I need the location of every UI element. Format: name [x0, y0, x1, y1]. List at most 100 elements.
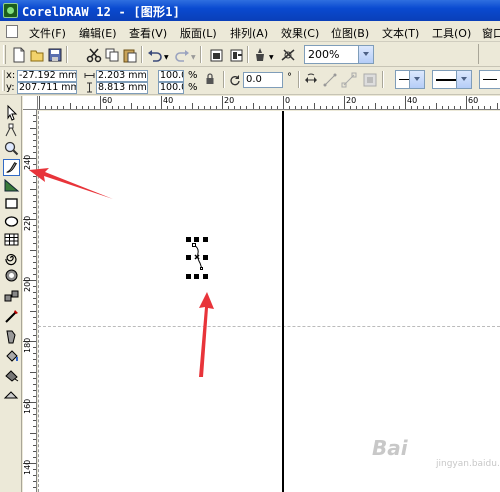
ruler-tick — [179, 106, 181, 109]
menu-edit[interactable]: 编辑(E) — [79, 25, 117, 41]
toolbar-overflow[interactable] — [478, 44, 500, 64]
chevron-down-icon[interactable] — [456, 71, 471, 88]
convert-icon[interactable] — [362, 72, 378, 88]
end-node[interactable] — [200, 267, 203, 270]
scale-y-unit: % — [188, 82, 198, 93]
redo-icon[interactable] — [174, 47, 190, 63]
zoom-tool-icon[interactable] — [3, 140, 20, 157]
selection-handle-bottom-left[interactable] — [186, 274, 191, 279]
welcome-screen-icon[interactable] — [280, 47, 296, 63]
undo-dropdown-icon[interactable]: ▼ — [164, 54, 169, 61]
chevron-down-icon[interactable] — [409, 71, 424, 88]
ruler-tick — [222, 96, 223, 109]
basic-shapes-tool-icon[interactable] — [3, 267, 20, 284]
launcher-dropdown-icon[interactable]: ▼ — [269, 54, 274, 61]
open-icon[interactable] — [29, 47, 45, 63]
menu-text[interactable]: 文本(T) — [382, 25, 419, 41]
chevron-down-icon[interactable] — [358, 46, 373, 63]
mirror-vertical-icon[interactable] — [322, 72, 338, 88]
pick-tool-icon[interactable] — [3, 104, 20, 121]
undo-icon[interactable] — [147, 47, 163, 63]
eyedropper-tool-icon[interactable] — [3, 328, 20, 345]
mirror-horizontal-icon[interactable] — [303, 72, 319, 88]
ruler-tick — [215, 106, 217, 109]
freehand-tool-icon[interactable] — [3, 159, 20, 176]
ruler-tick — [344, 96, 345, 109]
document-icon[interactable] — [6, 25, 18, 38]
scale-y-field[interactable]: 100.0 — [158, 82, 184, 94]
lock-ratio-icon[interactable] — [205, 73, 215, 85]
copy-icon[interactable] — [104, 47, 120, 63]
window-title: CorelDRAW 12 - [图形1] — [22, 5, 181, 19]
rectangle-tool-icon[interactable] — [3, 195, 20, 212]
fill-tool-icon[interactable] — [3, 366, 20, 383]
menu-arrange[interactable]: 排列(A) — [230, 25, 268, 41]
menu-view[interactable]: 查看(V) — [129, 25, 167, 41]
scale-x-field[interactable]: 100.0 — [158, 70, 184, 82]
ruler-tick — [33, 408, 36, 410]
shape-tool-icon[interactable] — [3, 122, 20, 139]
ruler-tick — [33, 328, 36, 330]
ruler-tick — [441, 106, 443, 109]
interactive-blend-tool-icon[interactable] — [3, 308, 20, 325]
ruler-origin-corner[interactable] — [23, 96, 38, 110]
save-icon[interactable] — [47, 47, 63, 63]
menu-layout[interactable]: 版面(L) — [180, 25, 217, 41]
ruler-tick — [33, 292, 36, 294]
polygon-tool-icon[interactable] — [3, 231, 20, 248]
application-launcher-icon[interactable] — [252, 47, 268, 63]
text-tool-icon[interactable] — [3, 288, 20, 305]
ruler-tick — [33, 200, 36, 202]
menu-tools[interactable]: 工具(O) — [432, 25, 471, 41]
horizontal-ruler[interactable]: 60 40 20 0 20 40 60 — [38, 96, 500, 110]
ruler-tick — [459, 106, 461, 109]
start-arrowhead-combo[interactable] — [395, 70, 425, 89]
freehand-curve[interactable] — [188, 241, 208, 273]
ruler-tick — [33, 334, 36, 336]
rotation-angle-field[interactable]: 0.0 — [243, 72, 283, 88]
menu-effects[interactable]: 效果(C) — [281, 25, 319, 41]
toolbar-separator — [223, 71, 225, 88]
cut-icon[interactable] — [86, 47, 102, 63]
menu-file[interactable]: 文件(F) — [29, 25, 66, 41]
smart-fill-tool-icon[interactable] — [3, 177, 20, 194]
end-arrowhead-combo[interactable] — [479, 70, 500, 89]
ruler-tick — [258, 106, 260, 109]
outline-tool-icon[interactable] — [3, 347, 20, 364]
ruler-label: 200 — [23, 276, 32, 292]
menu-window[interactable]: 窗口 — [482, 25, 500, 41]
redo-dropdown-icon[interactable]: ▼ — [191, 54, 196, 61]
ruler-tick — [39, 96, 40, 109]
selection-handle-bottom-middle[interactable] — [194, 274, 199, 279]
height-field[interactable]: 8.813 mm — [96, 82, 148, 94]
zoom-levels-combo[interactable]: 200% — [304, 45, 374, 64]
export-icon[interactable] — [228, 47, 244, 63]
line-style-combo[interactable] — [432, 70, 472, 89]
ruler-tick — [173, 106, 175, 109]
paste-icon[interactable] — [122, 47, 138, 63]
toolbar-grip[interactable] — [3, 45, 6, 64]
x-position-field[interactable]: -27.192 mm — [17, 70, 77, 82]
ruler-tick — [33, 261, 36, 263]
node-line-icon[interactable] — [341, 72, 357, 88]
menu-bitmaps[interactable]: 位图(B) — [331, 25, 369, 41]
vertical-ruler[interactable]: 240 220 200 180 160 140 — [23, 110, 37, 492]
ruler-tick — [356, 106, 358, 109]
ruler-tick — [33, 206, 36, 208]
line-preview — [399, 79, 409, 80]
selection-handle-bottom-right[interactable] — [203, 274, 208, 279]
ruler-tick — [30, 371, 36, 373]
width-field[interactable]: 2.203 mm — [96, 70, 148, 82]
new-icon[interactable] — [11, 47, 27, 63]
ruler-tick — [142, 106, 144, 109]
ellipse-tool-icon[interactable] — [3, 213, 20, 230]
drawing-canvas[interactable] — [38, 111, 500, 492]
ruler-tick — [30, 432, 36, 434]
import-icon[interactable] — [209, 47, 225, 63]
start-node[interactable] — [192, 243, 196, 247]
property-bar-grip[interactable] — [2, 70, 5, 91]
y-position-field[interactable]: 207.711 mm — [17, 82, 77, 94]
spiral-tool-icon[interactable] — [3, 249, 20, 266]
ruler-tick — [33, 389, 36, 391]
interactive-fill-tool-icon[interactable] — [3, 385, 20, 402]
